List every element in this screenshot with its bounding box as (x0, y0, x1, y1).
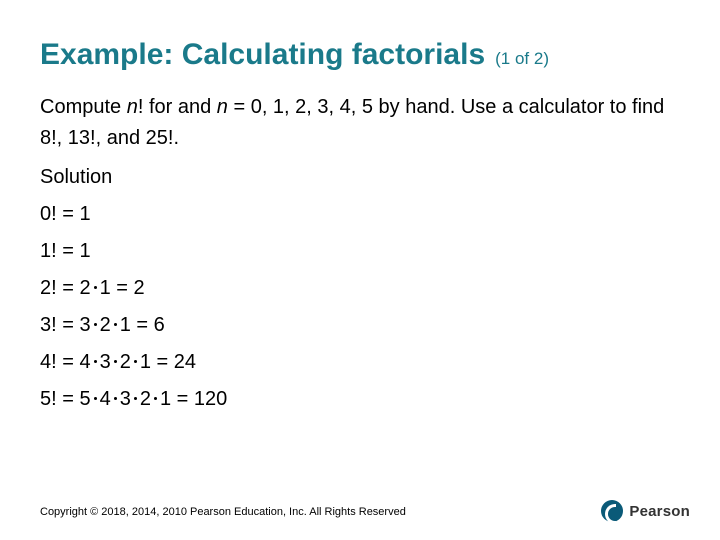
row-text: 3! = 3 (40, 314, 91, 336)
row-text: 2! = 2 (40, 277, 91, 299)
pearson-logo-text: Pearson (629, 503, 690, 520)
row-text: 1 = 120 (160, 388, 227, 410)
row-text: 0! = 1 (40, 203, 91, 225)
row-text: 2 (100, 314, 111, 336)
row-text: 4! = 4 (40, 351, 91, 373)
row-text: 3 (100, 351, 111, 373)
factorial-row-2: 2! = 2 1 = 2 (40, 273, 680, 304)
copyright-footer: Copyright © 2018, 2014, 2010 Pearson Edu… (40, 506, 406, 518)
slide-title: Example: Calculating factorials (40, 38, 485, 72)
solution-label: Solution (40, 162, 680, 193)
factorial-row-0: 0! = 1 (40, 199, 680, 230)
row-text: 3 (120, 388, 131, 410)
row-text: 1 = 24 (140, 351, 196, 373)
factorial-row-1: 1! = 1 (40, 236, 680, 267)
slide-subtitle: (1 of 2) (495, 49, 549, 69)
dot-icon (94, 360, 97, 363)
prompt-var-2: n (217, 96, 228, 118)
prompt-text: Compute n! for and n = 0, 1, 2, 3, 4, 5 … (40, 92, 680, 154)
dot-icon (114, 323, 117, 326)
prompt-var: n (127, 96, 138, 118)
factorial-row-3: 3! = 3 2 1 = 6 (40, 310, 680, 341)
row-text: 2 (140, 388, 151, 410)
pearson-logo-icon (601, 500, 623, 522)
title-line: Example: Calculating factorials (1 of 2) (40, 38, 680, 72)
slide-body: Compute n! for and n = 0, 1, 2, 3, 4, 5 … (40, 92, 680, 415)
row-text: 5! = 5 (40, 388, 91, 410)
dot-icon (94, 323, 97, 326)
dot-icon (134, 360, 137, 363)
dot-icon (154, 397, 157, 400)
prompt-prefix: Compute (40, 96, 127, 118)
row-text: 1 = 2 (100, 277, 145, 299)
dot-icon (94, 397, 97, 400)
slide: Example: Calculating factorials (1 of 2)… (0, 0, 720, 540)
dot-icon (94, 286, 97, 289)
row-text: 2 (120, 351, 131, 373)
prompt-mid1: ! for and (138, 96, 217, 118)
row-text: 1! = 1 (40, 240, 91, 262)
row-text: 1 = 6 (120, 314, 165, 336)
row-text: 4 (100, 388, 111, 410)
dot-icon (134, 397, 137, 400)
pearson-logo: Pearson (601, 500, 690, 522)
dot-icon (114, 360, 117, 363)
factorial-row-5: 5! = 5 432 1 = 120 (40, 384, 680, 415)
factorial-row-4: 4! = 4 32 1 = 24 (40, 347, 680, 378)
dot-icon (114, 397, 117, 400)
